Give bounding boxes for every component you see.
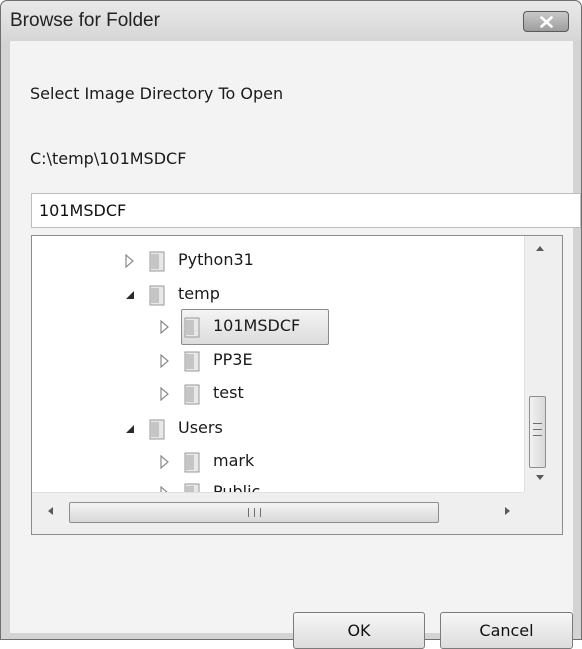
- cancel-button[interactable]: Cancel: [440, 612, 573, 649]
- vertical-scrollbar[interactable]: [524, 236, 562, 492]
- folder-icon: [184, 452, 200, 473]
- browse-for-folder-dialog: Browse for Folder Select Image Directory…: [0, 0, 582, 649]
- tree-item-label: test: [213, 383, 244, 402]
- folder-name-input[interactable]: [31, 193, 581, 228]
- tree-item-label: temp: [178, 284, 220, 303]
- folder-icon: [184, 384, 200, 405]
- horizontal-scrollbar[interactable]: [32, 492, 524, 534]
- scroll-up-arrow-icon[interactable]: [535, 244, 545, 252]
- folder-icon: [184, 317, 200, 338]
- folder-icon: [184, 483, 200, 492]
- folder-icon: [149, 419, 165, 440]
- close-button[interactable]: [523, 11, 569, 32]
- close-x-icon: [540, 16, 553, 28]
- dialog-client-area: Select Image Directory To Open C:\temp\1…: [10, 41, 581, 649]
- folder-tree-view: Python31 temp 101MSDCF PP3E test Users m…: [32, 236, 524, 492]
- grip-line: [533, 423, 542, 424]
- grip-line: [533, 429, 542, 430]
- expand-arrow-icon[interactable]: [159, 354, 171, 368]
- scroll-left-arrow-icon[interactable]: [46, 506, 54, 516]
- horizontal-scroll-thumb[interactable]: [69, 502, 439, 523]
- title-bar[interactable]: Browse for Folder: [1, 1, 581, 41]
- grip-line: [533, 435, 542, 436]
- folder-icon: [149, 251, 165, 272]
- grip-line: [248, 508, 249, 517]
- collapse-arrow-icon[interactable]: [124, 288, 136, 302]
- vertical-scroll-thumb[interactable]: [529, 396, 546, 468]
- current-path-label: C:\temp\101MSDCF: [30, 149, 187, 168]
- grip-line: [254, 508, 255, 517]
- folder-tree[interactable]: Python31 temp 101MSDCF PP3E test Users m…: [31, 235, 563, 535]
- scroll-right-arrow-icon[interactable]: [504, 506, 512, 516]
- ok-button[interactable]: OK: [293, 612, 425, 649]
- tree-item-label: PP3E: [213, 350, 253, 369]
- dialog-prompt-label: Select Image Directory To Open: [30, 84, 284, 103]
- tree-item-label: Public: [213, 482, 261, 492]
- tree-item-label: 101MSDCF: [213, 316, 301, 335]
- scrollbar-corner: [524, 492, 562, 534]
- expand-arrow-icon[interactable]: [159, 387, 171, 401]
- expand-arrow-icon[interactable]: [159, 320, 171, 334]
- tree-item-label: Python31: [178, 250, 254, 269]
- tree-item-label: mark: [213, 451, 255, 470]
- grip-line: [260, 508, 261, 517]
- folder-icon: [149, 285, 165, 306]
- scroll-down-arrow-icon[interactable]: [535, 474, 545, 482]
- expand-arrow-icon[interactable]: [159, 455, 171, 469]
- window-title: Browse for Folder: [10, 10, 160, 31]
- folder-icon: [184, 351, 200, 372]
- expand-arrow-icon[interactable]: [124, 254, 136, 268]
- tree-item-label: Users: [178, 418, 223, 437]
- collapse-arrow-icon[interactable]: [124, 422, 136, 436]
